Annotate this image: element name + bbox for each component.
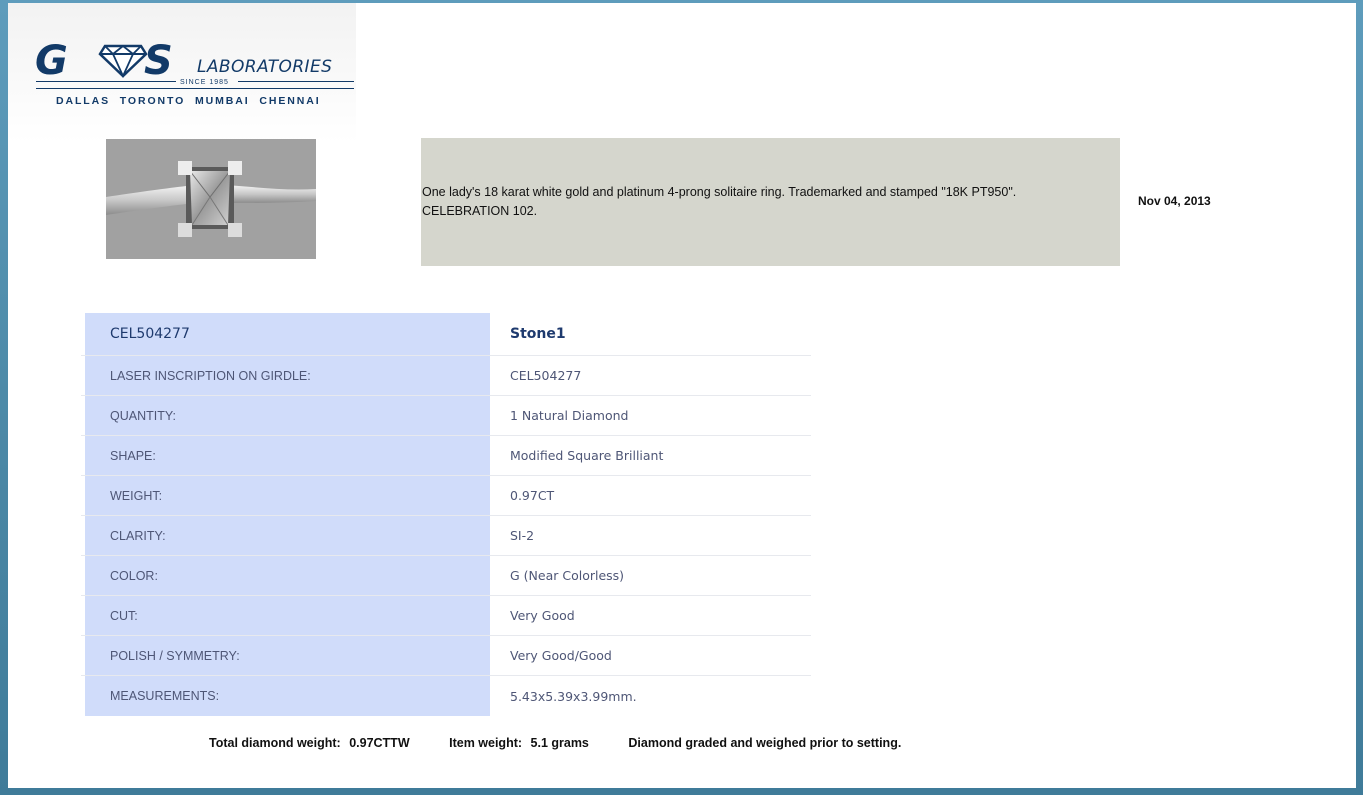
logo-cities: DALLAS TORONTO MUMBAI CHENNAI [56,95,321,107]
table-row: COLOR: G (Near Colorless) [81,556,811,596]
grading-table: CEL504277 Stone1 LASER INSCRIPTION ON GI… [81,313,811,716]
row-label: SHAPE: [81,436,490,475]
report-date: Nov 04, 2013 [1138,194,1211,208]
row-value: G (Near Colorless) [510,568,625,583]
report-page: G S LABORATORIES SINCE 1985 DALLAS TORON… [8,3,1356,788]
table-row: CLARITY: SI-2 [81,516,811,556]
logo-divider [36,88,354,89]
total-weight-value: 0.97CTTW [349,736,410,750]
table-row: MEASUREMENTS: 5.43x5.39x3.99mm. [81,676,811,716]
ring-photo [106,139,316,259]
table-row: POLISH / SYMMETRY: Very Good/Good [81,636,811,676]
table-row: WEIGHT: 0.97CT [81,476,811,516]
row-value: SI-2 [510,528,535,543]
logo-letter-g: G [35,41,68,81]
item-weight-value: 5.1 grams [530,736,589,750]
logo-name: LABORATORIES [197,57,333,77]
totals-line: Total diamond weight: 0.97CTTW Item weig… [209,736,901,750]
row-value: Modified Square Brilliant [510,448,664,463]
row-value: Very Good/Good [510,648,612,663]
logo-since: SINCE 1985 [180,79,229,86]
diamond-icon [98,44,148,79]
total-weight-label: Total diamond weight: [209,736,341,750]
table-row: SHAPE: Modified Square Brilliant [81,436,811,476]
table-row: CUT: Very Good [81,596,811,636]
row-label: CLARITY: [81,516,490,555]
row-value: 0.97CT [510,488,555,503]
row-label: COLOR: [81,556,490,595]
ring-image [106,139,316,259]
table-header-row: CEL504277 Stone1 [81,313,811,356]
table-row: LASER INSCRIPTION ON GIRDLE: CEL504277 [81,356,811,396]
item-weight-label: Item weight: [449,736,523,750]
logo-letter-s: S [144,41,173,81]
row-label: CUT: [81,596,490,635]
gs-logo-mark: G S [35,41,173,81]
row-label: MEASUREMENTS: [81,676,490,716]
row-value: Very Good [510,608,575,623]
item-description: One lady's 18 karat white gold and plati… [422,185,1017,218]
report-number: CEL504277 [81,313,490,355]
company-logo: G S LABORATORIES SINCE 1985 DALLAS TORON… [8,3,356,143]
logo-divider-left [36,81,176,82]
row-label: WEIGHT: [81,476,490,515]
row-label: LASER INSCRIPTION ON GIRDLE: [81,356,490,395]
row-value: 5.43x5.39x3.99mm. [510,688,637,704]
row-value: CEL504277 [510,368,582,383]
item-description-box: One lady's 18 karat white gold and plati… [421,138,1120,266]
row-label: QUANTITY: [81,396,490,435]
stone-header: Stone1 [510,326,566,342]
table-row: QUANTITY: 1 Natural Diamond [81,396,811,436]
row-value: 1 Natural Diamond [510,408,629,423]
logo-divider-right [238,81,354,82]
row-label: POLISH / SYMMETRY: [81,636,490,675]
grading-note: Diamond graded and weighed prior to sett… [628,736,902,750]
